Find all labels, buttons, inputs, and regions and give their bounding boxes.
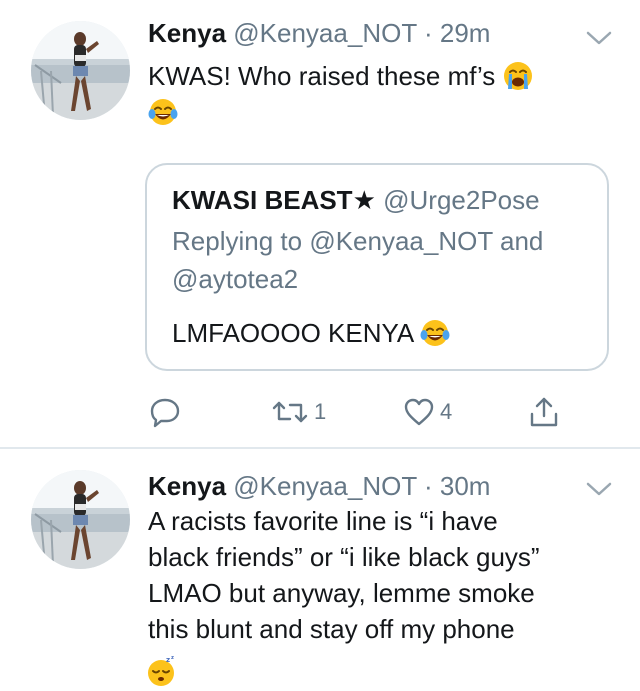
loudly-crying-face-icon (503, 61, 533, 91)
replying-to: Replying to @Kenyaa_NOT and @aytotea2 (172, 222, 592, 298)
chevron-down-icon[interactable] (585, 28, 613, 48)
tweet-text-line: LMAO but anyway, lemme smoke (148, 578, 535, 608)
author-handle[interactable]: @Kenyaa_NOT (233, 18, 416, 48)
author-handle[interactable]: @Kenyaa_NOT (233, 471, 416, 501)
replying-to-prefix: Replying to (172, 226, 303, 256)
heart-icon (402, 395, 436, 429)
tweet-text-line: this blunt and stay off my phone (148, 614, 515, 644)
separator: · (423, 471, 433, 501)
retweet-button[interactable]: 1 (270, 394, 326, 430)
tweet-text-line: black friends” or “i like black guys” (148, 542, 540, 572)
mention-link[interactable]: @Kenyaa_NOT (309, 226, 492, 256)
mention-link[interactable]: @aytotea2 (172, 264, 298, 294)
svg-text:z: z (166, 656, 170, 664)
tweet-header: Kenya @Kenyaa_NOT · 29m (148, 18, 490, 48)
share-icon (527, 395, 561, 429)
avatar[interactable] (31, 470, 130, 569)
reply-icon (148, 395, 182, 429)
separator: · (423, 18, 433, 48)
like-button[interactable]: 4 (402, 394, 452, 430)
tweet-text-content: KWAS! Who raised these mf’s (148, 61, 496, 91)
face-with-tears-of-joy-icon (420, 318, 450, 348)
timestamp[interactable]: 30m (440, 471, 491, 501)
tweet-text-line: A racists favorite line is “i have (148, 506, 498, 536)
face-with-tears-of-joy-icon (148, 97, 178, 127)
retweet-icon (270, 395, 310, 429)
quoted-tweet[interactable]: KWASI BEAST★ @Urge2Pose Replying to @Ken… (145, 163, 609, 371)
tweet-actions: 1 4 (0, 394, 640, 430)
chevron-down-icon[interactable] (585, 479, 613, 499)
quoted-tweet-text: LMFAOOOO KENYA (172, 315, 450, 351)
reply-button[interactable] (148, 394, 182, 430)
timestamp[interactable]: 29m (440, 18, 491, 48)
quoted-tweet-text-content: LMFAOOOO KENYA (172, 318, 413, 348)
avatar[interactable] (31, 21, 130, 120)
retweet-count: 1 (314, 399, 327, 424)
share-button[interactable] (527, 394, 561, 430)
quoted-author-name: KWASI BEAST★ (172, 185, 376, 215)
sleeping-face-icon: z z (146, 655, 178, 687)
like-count: 4 (440, 399, 453, 424)
tweet-text: KWAS! Who raised these mf’s (148, 58, 618, 130)
quoted-author-handle: @Urge2Pose (383, 185, 540, 215)
tweet-text: A racists favorite line is “i have black… (148, 503, 618, 647)
author-name[interactable]: Kenya (148, 18, 226, 48)
author-name[interactable]: Kenya (148, 471, 226, 501)
svg-text:z: z (171, 655, 174, 661)
tweet-header: Kenya @Kenyaa_NOT · 30m (148, 471, 490, 501)
quoted-tweet-header: KWASI BEAST★ @Urge2Pose (172, 185, 540, 215)
replying-to-and: and (500, 226, 544, 256)
